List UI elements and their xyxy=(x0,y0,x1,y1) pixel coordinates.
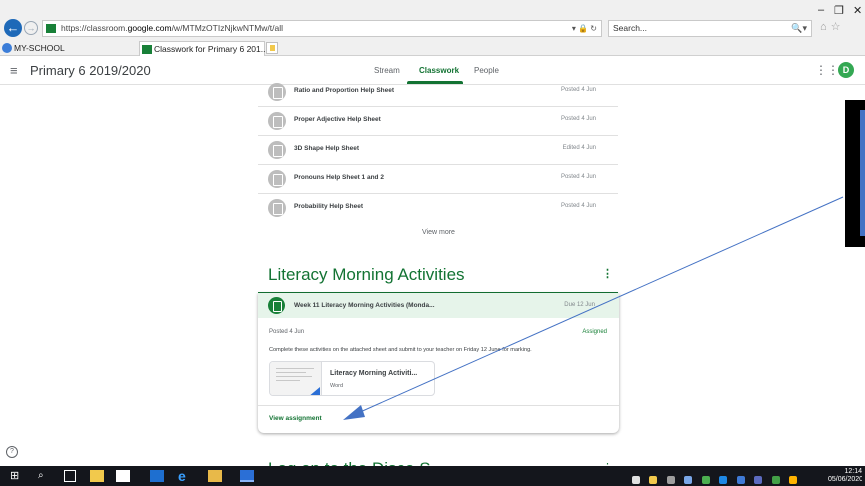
word-app-icon[interactable] xyxy=(240,470,254,482)
tray-network-icon[interactable] xyxy=(684,476,693,484)
taskbar: ⊞ ⌕ e 12:14 05/06/2020 xyxy=(0,466,865,486)
tray-shield-icon[interactable] xyxy=(649,476,658,484)
tray-settings-icon[interactable] xyxy=(754,476,763,484)
screen: ← → https://classroom.google.com/w/MTMzO… xyxy=(0,0,865,486)
tray-user-icon[interactable] xyxy=(736,476,745,484)
tray-notify-icon[interactable] xyxy=(789,476,798,484)
file-folder-icon[interactable] xyxy=(90,470,104,482)
file-explorer-icon[interactable] xyxy=(208,470,222,482)
outlook-icon[interactable] xyxy=(150,470,164,482)
sims-app-icon[interactable] xyxy=(116,470,130,482)
taskbar-search-icon[interactable]: ⌕ xyxy=(38,470,44,482)
taskbar-clock[interactable]: 12:14 05/06/2020 xyxy=(828,468,862,484)
internet-explorer-icon[interactable]: e xyxy=(178,469,192,483)
task-view-icon[interactable] xyxy=(64,470,76,482)
annotation-arrow xyxy=(343,196,844,420)
tray-security-icon[interactable] xyxy=(701,476,710,484)
tray-app-icon[interactable] xyxy=(632,476,640,484)
help-icon[interactable]: ? xyxy=(6,446,18,458)
tray-cloud-icon[interactable] xyxy=(719,476,728,484)
tray-mail-icon[interactable] xyxy=(666,476,675,484)
windows-start-icon[interactable]: ⊞ xyxy=(10,470,21,482)
system-tray xyxy=(632,471,812,484)
tray-update-icon[interactable] xyxy=(771,476,780,484)
